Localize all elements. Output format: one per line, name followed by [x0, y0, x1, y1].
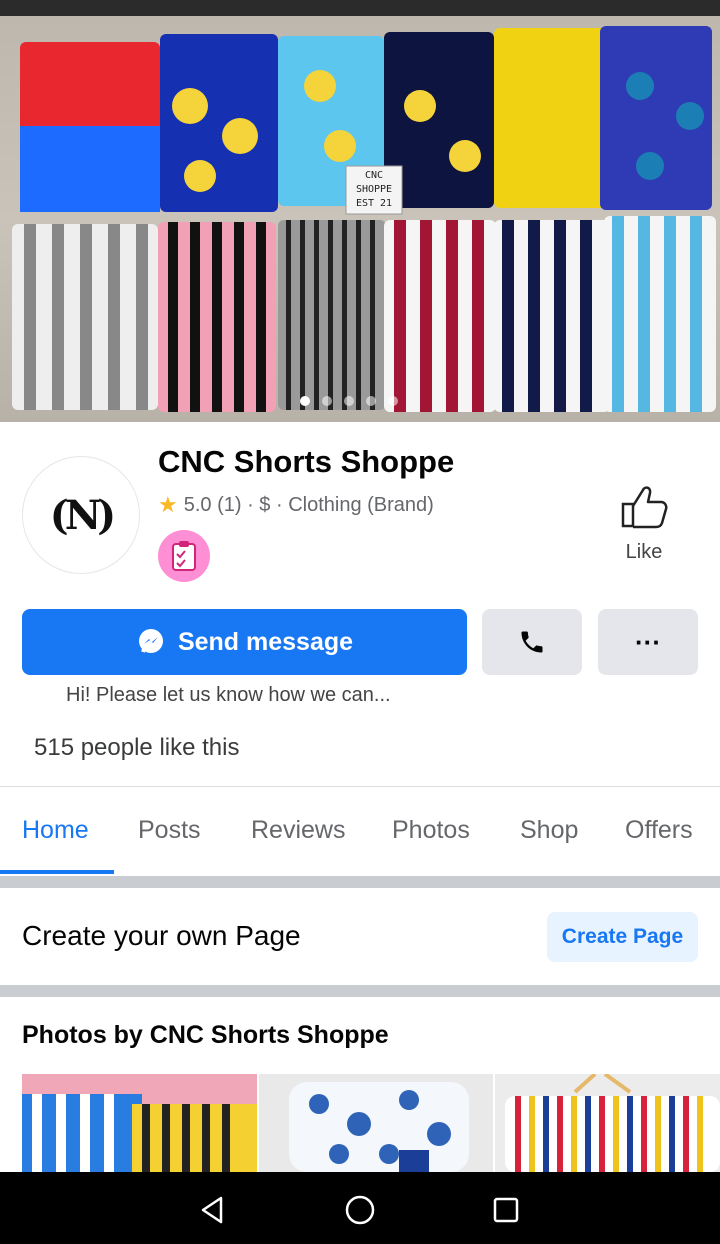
cover-sign-line-1: CNC: [365, 170, 383, 181]
phone-icon: [521, 631, 543, 653]
page-avatar[interactable]: (N): [22, 456, 140, 574]
active-tab-indicator: [0, 870, 114, 874]
more-icon: ···: [635, 626, 661, 657]
photos-section-title: Photos by CNC Shorts Shoppe: [22, 1021, 389, 1049]
cover-sign-line-3: EST 21: [356, 198, 392, 209]
carousel-dot[interactable]: [322, 396, 332, 406]
android-nav-bar: [0, 1172, 720, 1244]
page-meta: ★ 5.0 (1) · $ · Clothing (Brand): [158, 492, 434, 518]
carousel-dots[interactable]: [300, 396, 398, 406]
status-bar: [0, 0, 720, 16]
thumbs-up-icon: [621, 486, 668, 529]
likes-count: 515 people like this: [34, 734, 240, 761]
like-label: Like: [625, 541, 663, 563]
star-icon: ★: [158, 492, 178, 517]
photo-thumbnail[interactable]: [259, 1074, 493, 1172]
avatar-logo-text: (N): [49, 491, 116, 539]
send-message-label: Send message: [177, 627, 354, 656]
tab-reviews[interactable]: Reviews: [251, 816, 345, 845]
tab-home[interactable]: Home: [22, 816, 89, 845]
divider: [0, 786, 720, 787]
carousel-dot[interactable]: [388, 396, 398, 406]
auto-reply-preview[interactable]: Hi! Please let us know how we can...: [66, 684, 391, 707]
nav-back-icon[interactable]: [192, 1190, 232, 1230]
photo-thumbnail[interactable]: [495, 1074, 720, 1172]
call-button[interactable]: [482, 609, 582, 675]
nav-home-icon[interactable]: [340, 1190, 380, 1230]
page-tabs: Home Posts Reviews Photos Shop Offers: [0, 788, 720, 874]
rating-category-text: 5.0 (1) · $ · Clothing (Brand): [183, 493, 434, 516]
tab-offers[interactable]: Offers: [625, 816, 693, 845]
messenger-icon: [138, 629, 163, 653]
page-title: CNC Shorts Shoppe: [158, 444, 455, 479]
tab-shop[interactable]: Shop: [520, 816, 578, 845]
carousel-dot[interactable]: [344, 396, 354, 406]
carousel-dot[interactable]: [366, 396, 376, 406]
tab-photos[interactable]: Photos: [392, 816, 470, 845]
like-page-button[interactable]: Like: [604, 484, 684, 564]
create-page-button[interactable]: Create Page: [547, 912, 698, 962]
section-separator: [0, 876, 720, 888]
photo-thumbnail[interactable]: [22, 1074, 257, 1172]
send-message-button[interactable]: Send message: [22, 609, 467, 675]
clipboard-checklist-icon[interactable]: [158, 530, 210, 582]
carousel-dot[interactable]: [300, 396, 310, 406]
nav-recents-icon[interactable]: [486, 1190, 526, 1230]
tab-posts[interactable]: Posts: [138, 816, 201, 845]
section-separator: [0, 985, 720, 997]
create-page-title: Create your own Page: [22, 920, 301, 951]
cover-photo[interactable]: CNC SHOPPE EST 21: [0, 16, 720, 422]
more-options-button[interactable]: ···: [598, 609, 698, 675]
cover-sign-line-2: SHOPPE: [356, 184, 392, 195]
cover-image: CNC SHOPPE EST 21: [12, 26, 716, 412]
